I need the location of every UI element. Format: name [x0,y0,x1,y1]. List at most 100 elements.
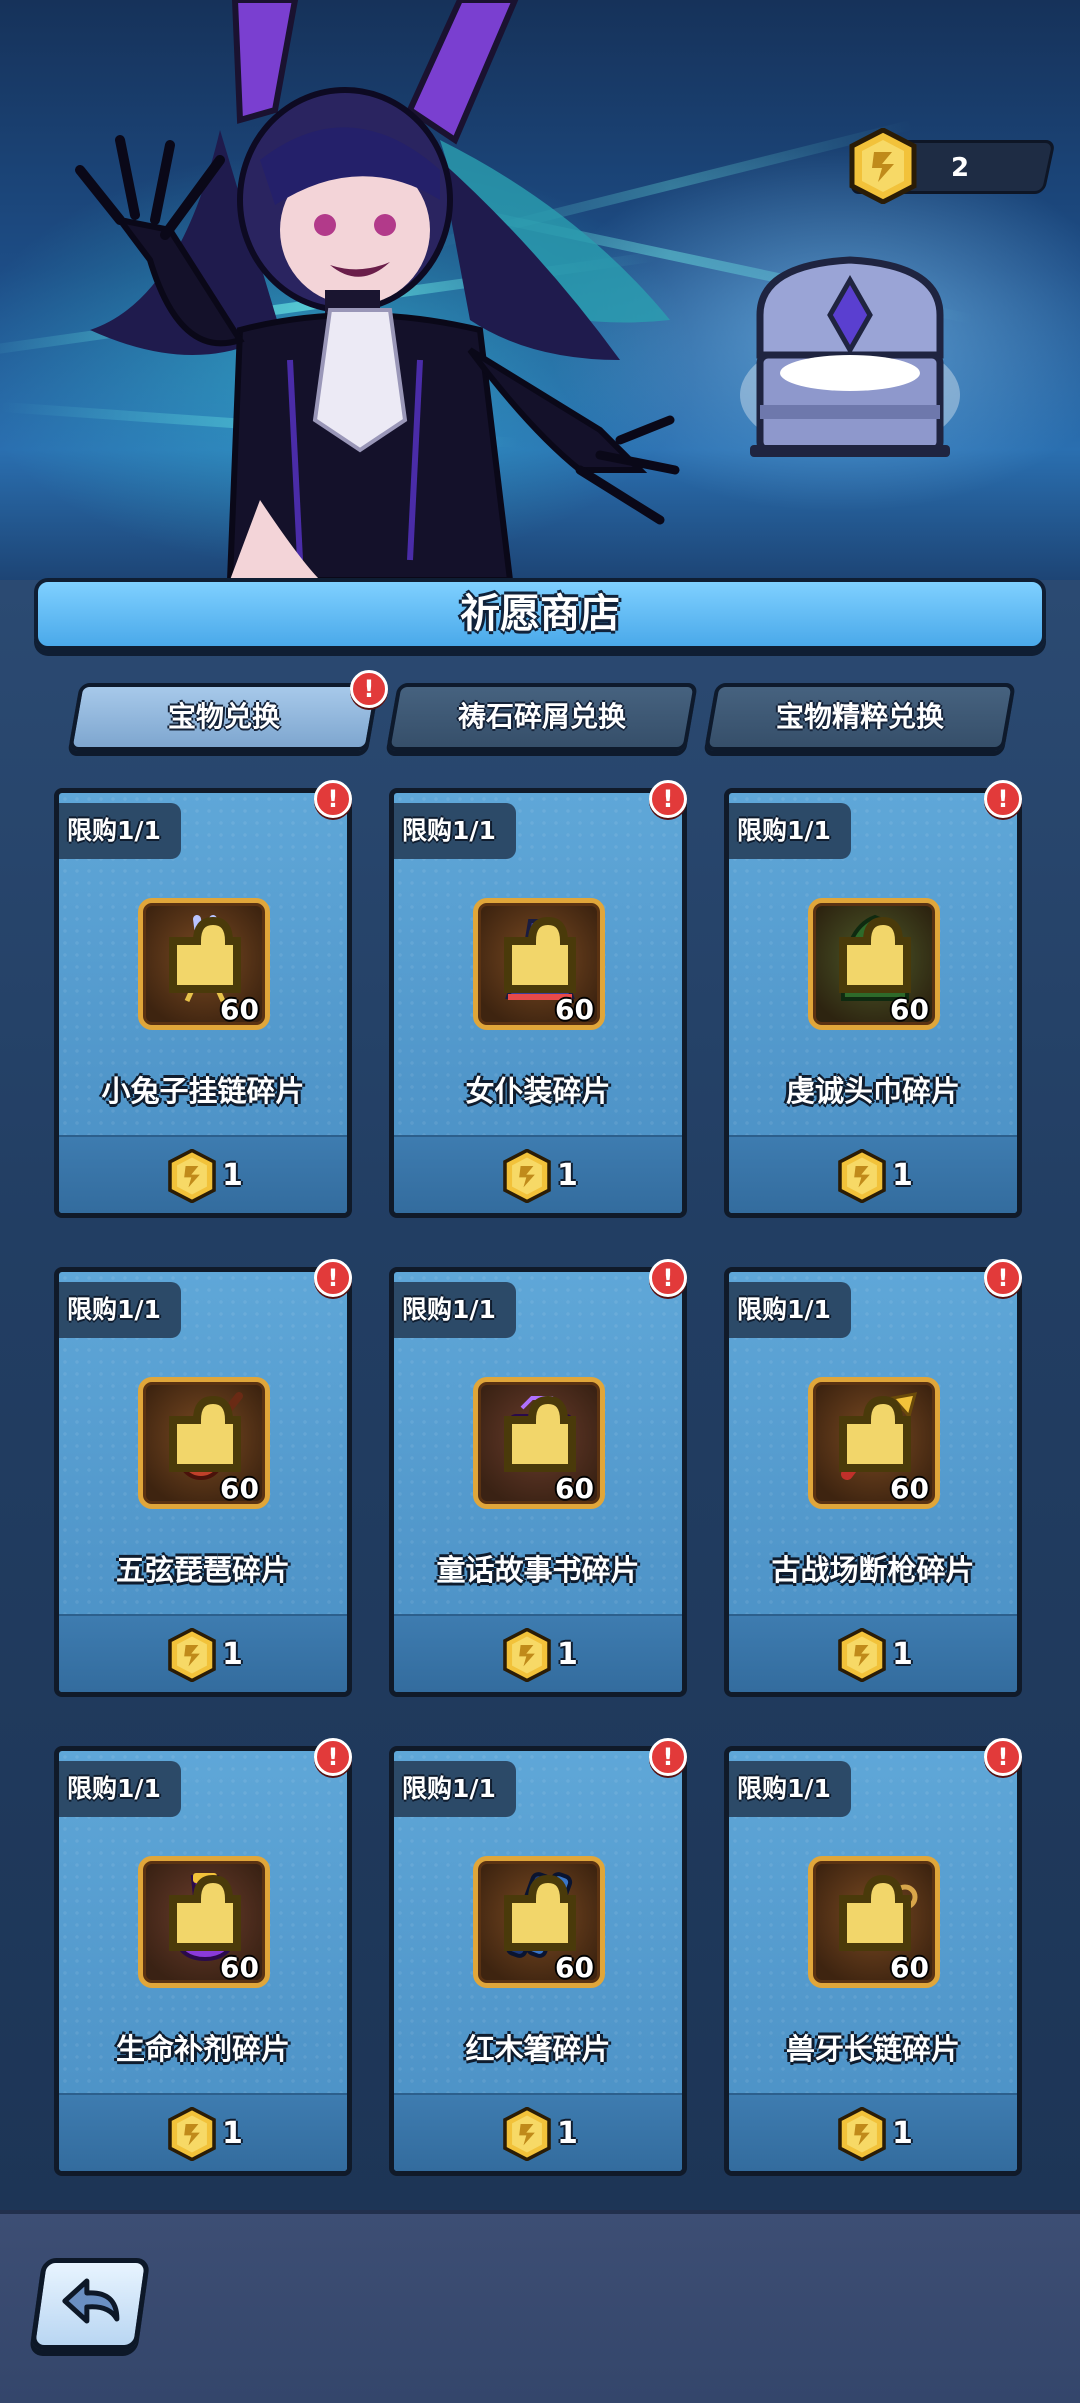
item-alert-badge: ! [314,1738,352,1776]
item-alert-badge: ! [314,780,352,818]
screen-root: { "header": { "currency_count": "2" }, "… [0,0,1080,2403]
gold-token-icon [838,1628,886,1682]
shop-item-card[interactable]: 限购1/1 60 小兔子挂链碎片 1 [54,788,352,1218]
hero-banner: 2 [0,0,1080,600]
item-price: 1 [892,1637,913,1672]
price-band[interactable]: 1 [394,1614,682,1692]
item-alert-badge: ! [984,1259,1022,1297]
item-icon-frame: 60 [473,898,605,1030]
fragment-quantity: 60 [890,1472,929,1505]
fragment-icon [839,1874,911,1951]
back-arrow-icon [62,2278,120,2324]
item-icon-frame: 60 [138,1856,270,1988]
purchase-limit-badge: 限购1/1 [394,1282,516,1338]
item-name: 女仆装碎片 [465,1074,611,1108]
fragment-icon [504,1395,576,1472]
fragment-quantity: 60 [220,993,259,1026]
item-icon-frame: 60 [808,898,940,1030]
fragment-quantity: 60 [890,993,929,1026]
tab-prayer-stone-exchange-label: 祷石碎屑兑换 [457,700,626,733]
back-button[interactable] [29,2258,151,2350]
gold-token-icon [838,2107,886,2161]
item-price: 1 [892,2116,913,2151]
shop-item-card[interactable]: 限购1/1 60 古战场断枪碎片 1 [724,1267,1022,1697]
item-icon-frame: 60 [138,898,270,1030]
item-alert-badge: ! [984,780,1022,818]
item-price: 1 [557,2116,578,2151]
gold-token-icon [168,2107,216,2161]
item-name: 童话故事书碎片 [436,1553,640,1587]
fragment-quantity: 60 [555,993,594,1026]
price-band[interactable]: 1 [59,1135,347,1213]
purchase-limit-label: 限购1/1 [67,1295,161,1324]
fragment-icon [169,1395,241,1472]
fragment-icon [169,1874,241,1951]
price-band[interactable]: 1 [729,1135,1017,1213]
shop-item-card[interactable]: 限购1/1 60 生命补剂碎片 1 [54,1746,352,2176]
gold-token-icon [503,1628,551,1682]
item-price: 1 [557,1637,578,1672]
item-name: 兽牙长链碎片 [785,2032,960,2066]
tab-treasure-essence-exchange-label: 宝物精粹兑换 [775,700,944,733]
item-alert-badge: ! [649,1259,687,1297]
treasure-chest-icon[interactable] [740,245,960,465]
item-name: 生命补剂碎片 [115,2032,290,2066]
currency-count: 2 [950,153,970,183]
gold-token-icon [503,2107,551,2161]
shop-item-card[interactable]: 限购1/1 60 女仆装碎片 1 [389,788,687,1218]
price-band[interactable]: 1 [394,2093,682,2171]
purchase-limit-label: 限购1/1 [402,1774,496,1803]
item-name: 红木箸碎片 [465,2032,611,2066]
shop-item-card[interactable]: 限购1/1 60 红木箸碎片 1 [389,1746,687,2176]
shop-item-card[interactable]: 限购1/1 60 兽牙长链碎片 1 [724,1746,1022,2176]
purchase-limit-badge: 限购1/1 [729,1761,851,1817]
bottom-bar [0,2210,1080,2403]
fragment-quantity: 60 [220,1951,259,1984]
price-band[interactable]: 1 [729,2093,1017,2171]
item-name: 五弦琵琶碎片 [115,1553,290,1587]
gold-token-icon [503,1149,551,1203]
item-price: 1 [222,1637,243,1672]
price-band[interactable]: 1 [59,2093,347,2171]
gold-token-icon [838,1149,886,1203]
shop-item-card[interactable]: 限购1/1 60 童话故事书碎片 1 [389,1267,687,1697]
character-illustration [75,0,680,580]
fragment-icon [839,916,911,993]
purchase-limit-badge: 限购1/1 [394,1761,516,1817]
item-icon-frame: 60 [473,1856,605,1988]
fragment-quantity: 60 [555,1472,594,1505]
purchase-limit-label: 限购1/1 [67,1774,161,1803]
tab-alert-badge: ! [350,670,388,708]
item-alert-badge: ! [649,1738,687,1776]
item-icon-frame: 60 [138,1377,270,1509]
fragment-icon [504,1874,576,1951]
shop-item-card[interactable]: 限购1/1 60 五弦琵琶碎片 1 [54,1267,352,1697]
item-price: 1 [222,1158,243,1193]
tab-treasure-exchange-label: 宝物兑换 [167,700,280,733]
price-band[interactable]: 1 [394,1135,682,1213]
purchase-limit-badge: 限购1/1 [59,803,181,859]
purchase-limit-badge: 限购1/1 [59,1761,181,1817]
purchase-limit-label: 限购1/1 [737,816,831,845]
purchase-limit-badge: 限购1/1 [394,803,516,859]
shop-item-card[interactable]: 限购1/1 60 虔诚头巾碎片 1 [724,788,1022,1218]
price-band[interactable]: 1 [729,1614,1017,1692]
item-icon-frame: 60 [473,1377,605,1509]
item-alert-badge: ! [649,780,687,818]
gold-token-icon [168,1628,216,1682]
purchase-limit-label: 限购1/1 [402,816,496,845]
purchase-limit-label: 限购1/1 [737,1295,831,1324]
fragment-quantity: 60 [890,1951,929,1984]
item-icon-frame: 60 [808,1856,940,1988]
item-name: 虔诚头巾碎片 [785,1074,960,1108]
fragment-icon [169,916,241,993]
item-price: 1 [557,1158,578,1193]
fragment-quantity: 60 [220,1472,259,1505]
price-band[interactable]: 1 [59,1614,347,1692]
gold-token-icon [849,128,917,204]
item-price: 1 [222,2116,243,2151]
item-name: 古战场断枪碎片 [771,1553,975,1587]
fragment-icon [504,916,576,993]
shop-title: 祈愿商店 [460,591,620,637]
purchase-limit-badge: 限购1/1 [59,1282,181,1338]
